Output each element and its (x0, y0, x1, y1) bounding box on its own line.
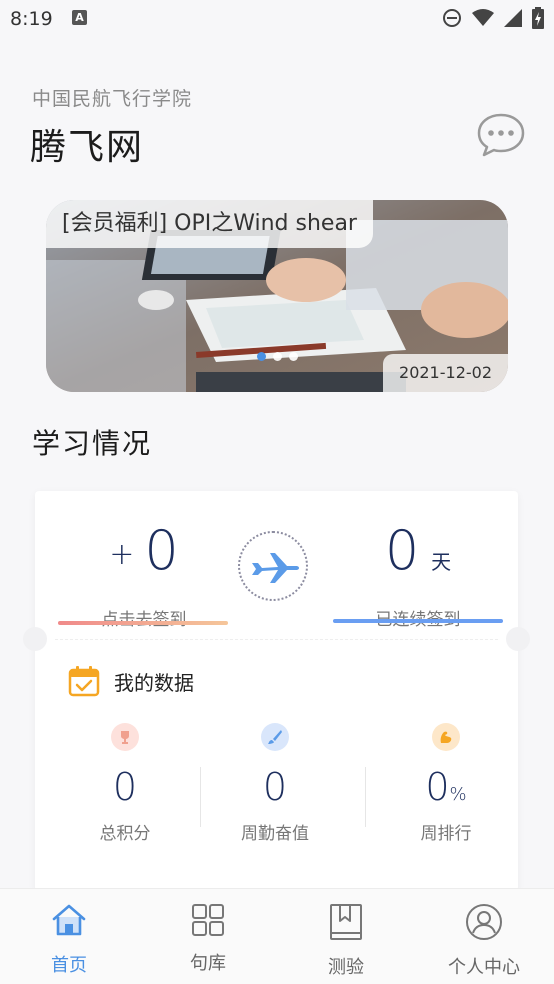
carousel-dot[interactable] (289, 352, 298, 361)
status-icons (442, 7, 544, 29)
calendar-check-icon (68, 666, 100, 697)
wifi-icon (472, 9, 494, 26)
checkin-underline (58, 621, 228, 625)
stat-value: 0% (371, 765, 521, 809)
tab-sentences[interactable]: 句库 (153, 889, 263, 984)
tab-quiz[interactable]: 测验 (291, 889, 401, 984)
message-button[interactable] (476, 112, 526, 158)
stat-label: 总积分 (99, 824, 151, 844)
banner-caption: [会员福利] OPI之Wind shear (46, 200, 373, 248)
streak-underline (333, 619, 503, 623)
stat-value: 0 (112, 765, 138, 809)
carousel-dots (257, 352, 298, 361)
home-icon (52, 904, 86, 936)
banner-date: 2021-12-02 (383, 354, 508, 392)
airplane-icon (252, 553, 299, 583)
streak-label: 已连续签到 (333, 605, 503, 630)
mydata-header: 我的数据 (68, 665, 194, 697)
header-subtitle: 中国民航飞行学院 (32, 88, 193, 110)
bottom-tab-bar: 首页 句库 测验 个人中心 (0, 888, 554, 984)
carousel-dot[interactable] (273, 352, 282, 361)
muscle-icon (432, 723, 460, 751)
checkin-prefix: + (109, 536, 135, 572)
streak-value: 0天 (333, 519, 503, 582)
notification-a-icon: A (72, 10, 87, 25)
checkin-count: 0 (144, 519, 179, 582)
status-time: 8:19 (10, 8, 53, 30)
checkin-button[interactable]: +0 点击去签到 (59, 511, 229, 630)
dnd-icon (443, 9, 461, 27)
banner-carousel[interactable]: [会员福利] OPI之Wind shear 2021-12-02 (46, 200, 508, 392)
signal-icon (504, 9, 522, 27)
streak-count: 0 (384, 519, 420, 582)
chat-bubble-icon (477, 113, 525, 157)
stat-label: 周勤奋值 (241, 824, 309, 844)
brush-icon (261, 723, 289, 751)
tab-label: 个人中心 (448, 957, 520, 978)
mydata-title: 我的数据 (114, 670, 194, 695)
user-icon (466, 904, 502, 940)
stat-percent: % (449, 784, 467, 805)
card-notch (506, 627, 530, 651)
checkin-value: +0 (59, 519, 229, 582)
tab-profile[interactable]: 个人中心 (429, 889, 539, 984)
stat-number: 0 (425, 765, 450, 809)
stat-weekly-rank: 0% 周排行 (371, 723, 521, 844)
card-notch (23, 627, 47, 651)
section-title: 学习情况 (32, 427, 153, 460)
battery-icon (532, 7, 544, 29)
tab-label: 句库 (190, 953, 226, 974)
learning-card: +0 点击去签到 0天 已连续签到 我的数据 0 总积分 (23, 491, 530, 891)
tab-label: 测验 (328, 957, 364, 978)
stat-value: 0 (262, 765, 288, 809)
trophy-icon (111, 723, 139, 751)
page-title: 腾飞网 (30, 127, 145, 168)
card-divider (55, 639, 498, 640)
stat-weekly-diligence: 0 周勤奋值 (200, 723, 350, 844)
checkin-label: 点击去签到 (101, 610, 187, 630)
streak-unit: 天 (431, 550, 452, 574)
streak-display: 0天 已连续签到 (333, 511, 503, 630)
carousel-dot[interactable] (257, 352, 266, 361)
stat-separator (365, 767, 366, 827)
grid-icon (192, 904, 224, 936)
tab-home[interactable]: 首页 (14, 889, 124, 984)
stat-total-points: 0 总积分 (50, 723, 200, 844)
plane-badge (238, 531, 308, 601)
stat-label: 周排行 (420, 824, 472, 844)
tab-label: 首页 (51, 955, 87, 976)
book-icon (330, 904, 362, 940)
status-bar: 8:19 A (0, 0, 554, 38)
